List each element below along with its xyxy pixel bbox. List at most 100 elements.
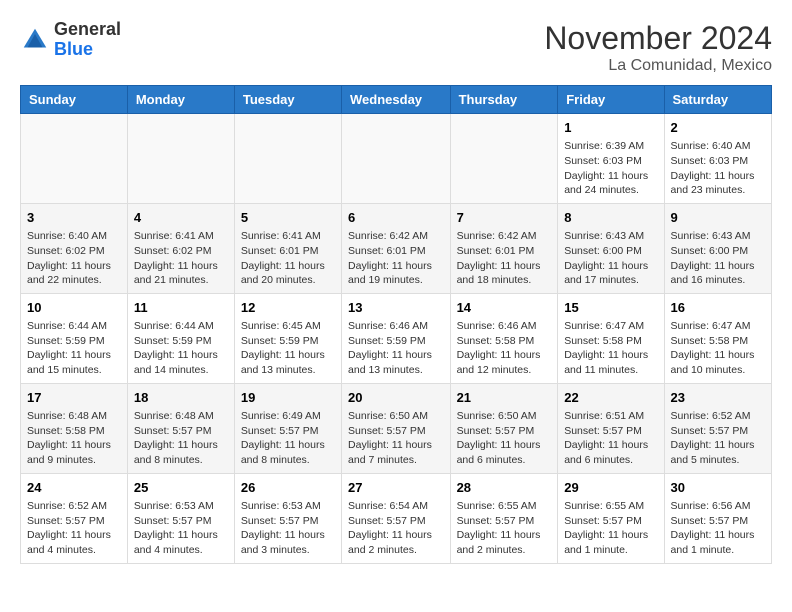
day-info: Sunrise: 6:39 AM Sunset: 6:03 PM Dayligh… (564, 139, 657, 198)
week-row-2: 3Sunrise: 6:40 AM Sunset: 6:02 PM Daylig… (21, 203, 772, 293)
calendar-cell: 11Sunrise: 6:44 AM Sunset: 5:59 PM Dayli… (127, 293, 234, 383)
calendar-cell: 28 Sunrise: 6:55 AM Sunset: 5:57 PM Dayli… (450, 473, 558, 563)
day-info: Sunrise: 6:42 AM Sunset: 6:01 PM Dayligh… (348, 229, 444, 288)
day-number: 8 (564, 209, 657, 227)
day-number: 2 (671, 119, 765, 137)
day-info: Sunrise: 6:49 AM Sunset: 5:57 PM Dayligh… (241, 409, 335, 468)
week-row-3: 10Sunrise: 6:44 AM Sunset: 5:59 PM Dayli… (21, 293, 772, 383)
calendar-cell: 22 Sunrise: 6:51 AM Sunset: 5:57 PM Dayli… (558, 383, 664, 473)
calendar-cell: 5 Sunrise: 6:41 AM Sunset: 6:01 PM Daylig… (234, 203, 341, 293)
day-number: 28 (457, 479, 552, 497)
calendar-cell: 15 Sunrise: 6:47 AM Sunset: 5:58 PM Dayli… (558, 293, 664, 383)
calendar-cell: 30 Sunrise: 6:56 AM Sunset: 5:57 PM Dayli… (664, 473, 771, 563)
calendar-cell: 8 Sunrise: 6:43 AM Sunset: 6:00 PM Daylig… (558, 203, 664, 293)
day-number: 27 (348, 479, 444, 497)
weekday-header-friday: Friday (558, 86, 664, 114)
day-number: 21 (457, 389, 552, 407)
week-row-4: 17Sunrise: 6:48 AM Sunset: 5:58 PM Dayli… (21, 383, 772, 473)
day-info: Sunrise: 6:53 AM Sunset: 5:57 PM Dayligh… (134, 499, 228, 558)
calendar-cell: 27 Sunrise: 6:54 AM Sunset: 5:57 PM Dayli… (342, 473, 451, 563)
day-info: Sunrise: 6:56 AM Sunset: 5:57 PM Dayligh… (671, 499, 765, 558)
calendar-cell: 23 Sunrise: 6:52 AM Sunset: 5:57 PM Dayli… (664, 383, 771, 473)
day-number: 14 (457, 299, 552, 317)
day-number: 23 (671, 389, 765, 407)
day-info: Sunrise: 6:50 AM Sunset: 5:57 PM Dayligh… (457, 409, 552, 468)
logo-icon (20, 25, 50, 55)
day-info: Sunrise: 6:41 AM Sunset: 6:02 PM Dayligh… (134, 229, 228, 288)
calendar-cell: 25 Sunrise: 6:53 AM Sunset: 5:57 PM Dayli… (127, 473, 234, 563)
day-info: Sunrise: 6:50 AM Sunset: 5:57 PM Dayligh… (348, 409, 444, 468)
day-info: Sunrise: 6:44 AM Sunset: 5:59 PM Dayligh… (27, 319, 121, 378)
calendar-cell (21, 114, 128, 204)
calendar-cell: 4 Sunrise: 6:41 AM Sunset: 6:02 PM Daylig… (127, 203, 234, 293)
calendar-cell (127, 114, 234, 204)
day-info: Sunrise: 6:47 AM Sunset: 5:58 PM Dayligh… (564, 319, 657, 378)
day-info: Sunrise: 6:53 AM Sunset: 5:57 PM Dayligh… (241, 499, 335, 558)
day-number: 12 (241, 299, 335, 317)
weekday-header-tuesday: Tuesday (234, 86, 341, 114)
day-number: 6 (348, 209, 444, 227)
day-number: 7 (457, 209, 552, 227)
calendar-cell: 20 Sunrise: 6:50 AM Sunset: 5:57 PM Dayli… (342, 383, 451, 473)
calendar-cell: 26 Sunrise: 6:53 AM Sunset: 5:57 PM Dayli… (234, 473, 341, 563)
calendar-cell: 21 Sunrise: 6:50 AM Sunset: 5:57 PM Dayli… (450, 383, 558, 473)
day-info: Sunrise: 6:47 AM Sunset: 5:58 PM Dayligh… (671, 319, 765, 378)
calendar-cell: 19Sunrise: 6:49 AM Sunset: 5:57 PM Dayli… (234, 383, 341, 473)
logo-blue-text: Blue (54, 40, 121, 60)
location-text: La Comunidad, Mexico (544, 57, 772, 75)
weekday-header-wednesday: Wednesday (342, 86, 451, 114)
day-info: Sunrise: 6:41 AM Sunset: 6:01 PM Dayligh… (241, 229, 335, 288)
day-number: 3 (27, 209, 121, 227)
weekday-header-monday: Monday (127, 86, 234, 114)
day-number: 26 (241, 479, 335, 497)
month-title: November 2024 (544, 20, 772, 57)
day-number: 24 (27, 479, 121, 497)
calendar-cell (342, 114, 451, 204)
calendar-cell: 10Sunrise: 6:44 AM Sunset: 5:59 PM Dayli… (21, 293, 128, 383)
day-info: Sunrise: 6:54 AM Sunset: 5:57 PM Dayligh… (348, 499, 444, 558)
page-header: General Blue November 2024 La Comunidad,… (20, 20, 772, 75)
calendar-cell: 12 Sunrise: 6:45 AM Sunset: 5:59 PM Dayli… (234, 293, 341, 383)
calendar-cell: 24Sunrise: 6:52 AM Sunset: 5:57 PM Dayli… (21, 473, 128, 563)
day-info: Sunrise: 6:40 AM Sunset: 6:03 PM Dayligh… (671, 139, 765, 198)
weekday-header-row: SundayMondayTuesdayWednesdayThursdayFrid… (21, 86, 772, 114)
calendar-cell: 2 Sunrise: 6:40 AM Sunset: 6:03 PM Daylig… (664, 114, 771, 204)
day-info: Sunrise: 6:51 AM Sunset: 5:57 PM Dayligh… (564, 409, 657, 468)
day-info: Sunrise: 6:46 AM Sunset: 5:58 PM Dayligh… (457, 319, 552, 378)
calendar-cell: 6 Sunrise: 6:42 AM Sunset: 6:01 PM Daylig… (342, 203, 451, 293)
day-info: Sunrise: 6:42 AM Sunset: 6:01 PM Dayligh… (457, 229, 552, 288)
day-info: Sunrise: 6:48 AM Sunset: 5:57 PM Dayligh… (134, 409, 228, 468)
calendar-cell: 17Sunrise: 6:48 AM Sunset: 5:58 PM Dayli… (21, 383, 128, 473)
calendar-cell: 9Sunrise: 6:43 AM Sunset: 6:00 PM Daylig… (664, 203, 771, 293)
calendar-cell: 18Sunrise: 6:48 AM Sunset: 5:57 PM Dayli… (127, 383, 234, 473)
day-number: 4 (134, 209, 228, 227)
weekday-header-saturday: Saturday (664, 86, 771, 114)
day-number: 17 (27, 389, 121, 407)
calendar-table: SundayMondayTuesdayWednesdayThursdayFrid… (20, 85, 772, 564)
day-number: 29 (564, 479, 657, 497)
calendar-cell (450, 114, 558, 204)
weekday-header-thursday: Thursday (450, 86, 558, 114)
day-info: Sunrise: 6:43 AM Sunset: 6:00 PM Dayligh… (564, 229, 657, 288)
logo-general-text: General (54, 20, 121, 40)
calendar-cell: 29Sunrise: 6:55 AM Sunset: 5:57 PM Dayli… (558, 473, 664, 563)
calendar-cell: 1Sunrise: 6:39 AM Sunset: 6:03 PM Daylig… (558, 114, 664, 204)
day-number: 15 (564, 299, 657, 317)
day-number: 22 (564, 389, 657, 407)
calendar-cell: 3Sunrise: 6:40 AM Sunset: 6:02 PM Daylig… (21, 203, 128, 293)
day-number: 5 (241, 209, 335, 227)
day-info: Sunrise: 6:55 AM Sunset: 5:57 PM Dayligh… (457, 499, 552, 558)
day-number: 25 (134, 479, 228, 497)
day-number: 30 (671, 479, 765, 497)
day-number: 20 (348, 389, 444, 407)
calendar-cell: 14 Sunrise: 6:46 AM Sunset: 5:58 PM Dayli… (450, 293, 558, 383)
day-info: Sunrise: 6:43 AM Sunset: 6:00 PM Dayligh… (671, 229, 765, 288)
logo: General Blue (20, 20, 121, 60)
day-info: Sunrise: 6:46 AM Sunset: 5:59 PM Dayligh… (348, 319, 444, 378)
week-row-5: 24Sunrise: 6:52 AM Sunset: 5:57 PM Dayli… (21, 473, 772, 563)
day-info: Sunrise: 6:52 AM Sunset: 5:57 PM Dayligh… (671, 409, 765, 468)
calendar-cell: 7 Sunrise: 6:42 AM Sunset: 6:01 PM Daylig… (450, 203, 558, 293)
calendar-cell (234, 114, 341, 204)
logo-text: General Blue (54, 20, 121, 60)
day-info: Sunrise: 6:45 AM Sunset: 5:59 PM Dayligh… (241, 319, 335, 378)
